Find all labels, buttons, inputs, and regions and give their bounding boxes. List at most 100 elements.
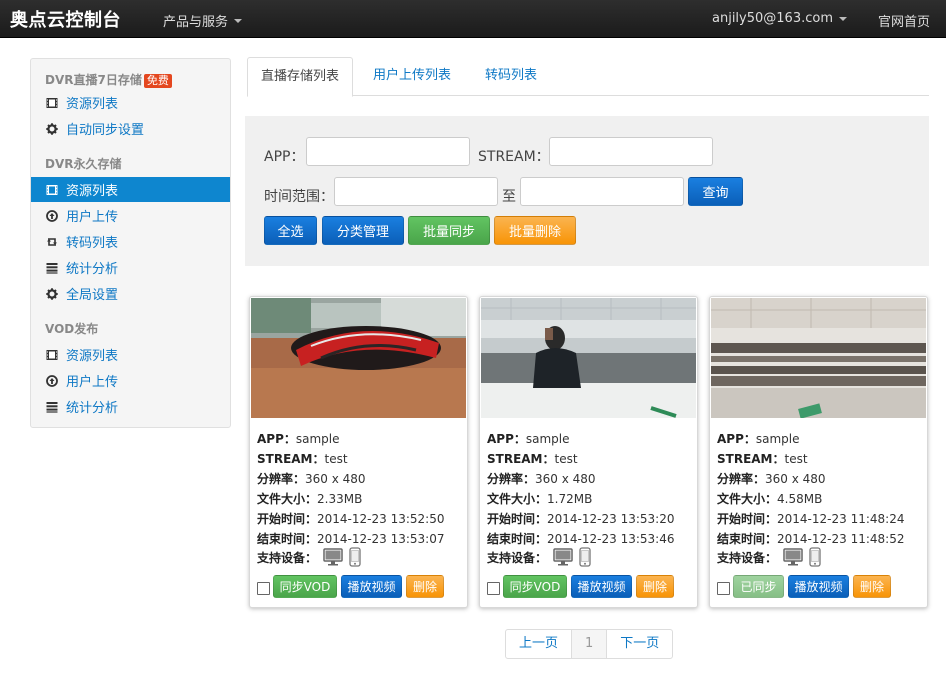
app-key: APP： (487, 432, 526, 446)
chevron-down-icon (839, 16, 847, 21)
tab-user-upload[interactable]: 用户上传列表 (360, 57, 464, 96)
video-thumbnail-office-ceiling[interactable] (711, 298, 926, 418)
sidebar-header-dvr7-label: DVR直播7日存储 (45, 73, 142, 87)
mobile-icon (579, 547, 591, 567)
delete-button[interactable]: 删除 (853, 575, 891, 598)
card-app-row: APP：sample (487, 430, 570, 447)
sidebar-item-dvr-stats[interactable]: 统计分析 (31, 255, 230, 280)
sidebar: DVR直播7日存储 免费 资源列表 自动同步设置 DVR永久存储 资源列表 用户上… (30, 58, 231, 428)
office-ceiling-photo (711, 298, 926, 418)
current-page[interactable]: 1 (571, 630, 608, 658)
video-thumbnail-office-person[interactable] (481, 298, 696, 418)
stream-key: STREAM： (717, 452, 785, 466)
start-key: 开始时间： (257, 512, 318, 526)
sidebar-item-vod-user-upload[interactable]: 用户上传 (31, 368, 230, 393)
sidebar-item-dvr-user-upload[interactable]: 用户上传 (31, 203, 230, 228)
sidebar-item-dvr-global-settings[interactable]: 全局设置 (31, 281, 230, 306)
app-label: APP： (264, 149, 305, 165)
start-value: 2014-12-23 13:53:20 (547, 512, 675, 526)
select-all-button[interactable]: 全选 (264, 216, 317, 245)
end-key: 结束时间： (487, 532, 548, 546)
card-devices-row: 支持设备： (717, 547, 821, 567)
brand-title[interactable]: 奥点云控制台 (10, 6, 121, 32)
play-video-button[interactable]: 播放视频 (341, 575, 402, 598)
products-menu[interactable]: 产品与服务 (163, 11, 243, 30)
free-badge: 免费 (143, 74, 172, 88)
batch-delete-button[interactable]: 批量删除 (494, 216, 576, 245)
stream-input[interactable] (549, 137, 713, 166)
app-value: sample (295, 432, 340, 446)
prev-page-button[interactable]: 上一页 (506, 630, 571, 658)
end-value: 2014-12-23 13:53:07 (317, 532, 445, 546)
mobile-icon (349, 547, 361, 567)
card-resolution-row: 分辨率：360 x 480 (487, 470, 596, 487)
office-person-photo (481, 298, 696, 418)
time-range-label: 时间范围： (264, 189, 334, 205)
end-value: 2014-12-23 13:53:46 (547, 532, 675, 546)
sync-vod-button[interactable]: 同步VOD (273, 575, 337, 598)
sidebar-item-label: 自动同步设置 (66, 123, 145, 138)
card-checkbox[interactable] (257, 582, 270, 595)
next-page-button[interactable]: 下一页 (607, 630, 672, 658)
sidebar-item-label: 全局设置 (66, 288, 119, 303)
card-end-row: 结束时间：2014-12-23 13:53:07 (257, 530, 444, 547)
tab-live-storage[interactable]: 直播存储列表 (247, 57, 354, 97)
sidebar-item-dvr7-auto-sync[interactable]: 自动同步设置 (31, 116, 230, 141)
list-icon (46, 262, 58, 274)
desktop-icon (783, 548, 803, 566)
upload-circle-icon (46, 209, 58, 222)
devices-key: 支持设备： (257, 550, 318, 565)
tab-transcode[interactable]: 转码列表 (472, 57, 550, 96)
card-stream-row: STREAM：test (257, 450, 348, 467)
size-value: 2.33MB (317, 492, 363, 506)
app-value: sample (525, 432, 570, 446)
stream-value: test (324, 452, 348, 466)
card-checkbox[interactable] (487, 582, 500, 595)
sidebar-item-label: 资源列表 (66, 97, 119, 112)
film-icon (46, 349, 58, 361)
home-link[interactable]: 官网首页 (878, 11, 930, 30)
resolution-key: 分辨率： (257, 472, 306, 486)
app-key: APP： (257, 432, 296, 446)
app-key: APP： (717, 432, 756, 446)
sidebar-header-dvr7: DVR直播7日存储 免费 (45, 71, 172, 88)
time-to-input[interactable] (520, 177, 684, 206)
desktop-icon (553, 548, 573, 566)
card-size-row: 文件大小：4.58MB (717, 490, 822, 507)
sidebar-item-label: 用户上传 (66, 375, 119, 390)
sidebar-item-dvr7-resources[interactable]: 资源列表 (31, 90, 230, 115)
gear-icon (46, 122, 58, 135)
card-checkbox[interactable] (717, 582, 730, 595)
query-button[interactable]: 查询 (688, 177, 743, 206)
helmet-photo (251, 298, 466, 418)
sync-vod-button[interactable]: 同步VOD (503, 575, 567, 598)
category-manage-button[interactable]: 分类管理 (322, 216, 404, 245)
video-thumbnail-helmet[interactable] (251, 298, 466, 418)
sidebar-item-vod-stats[interactable]: 统计分析 (31, 394, 230, 419)
app-input[interactable] (306, 137, 470, 166)
play-video-button[interactable]: 播放视频 (788, 575, 849, 598)
sidebar-item-vod-resources[interactable]: 资源列表 (31, 342, 230, 367)
resolution-value: 360 x 480 (765, 472, 826, 486)
video-card: APP：sample STREAM：test 分辨率：360 x 480 文件大… (479, 296, 698, 608)
sidebar-item-dvr-transcode[interactable]: 转码列表 (31, 229, 230, 254)
card-start-row: 开始时间：2014-12-23 13:52:50 (257, 510, 444, 527)
chevron-down-icon (234, 18, 243, 23)
card-stream-row: STREAM：test (487, 450, 578, 467)
card-end-row: 结束时间：2014-12-23 11:48:52 (717, 530, 904, 547)
user-menu[interactable]: anjily50@163.com (712, 11, 847, 26)
start-key: 开始时间： (717, 512, 778, 526)
batch-sync-button[interactable]: 批量同步 (408, 216, 490, 245)
start-value: 2014-12-23 11:48:24 (777, 512, 905, 526)
delete-button[interactable]: 删除 (406, 575, 444, 598)
stream-key: STREAM： (487, 452, 555, 466)
video-card: APP：sample STREAM：test 分辨率：360 x 480 文件大… (709, 296, 928, 608)
sidebar-item-dvr-resources[interactable]: 资源列表 (31, 177, 230, 202)
play-video-button[interactable]: 播放视频 (571, 575, 632, 598)
sidebar-item-label: 统计分析 (66, 262, 119, 277)
card-size-row: 文件大小：1.72MB (487, 490, 592, 507)
delete-button[interactable]: 删除 (636, 575, 674, 598)
synced-button[interactable]: 已同步 (733, 575, 784, 598)
time-from-input[interactable] (334, 177, 498, 206)
resolution-value: 360 x 480 (305, 472, 366, 486)
